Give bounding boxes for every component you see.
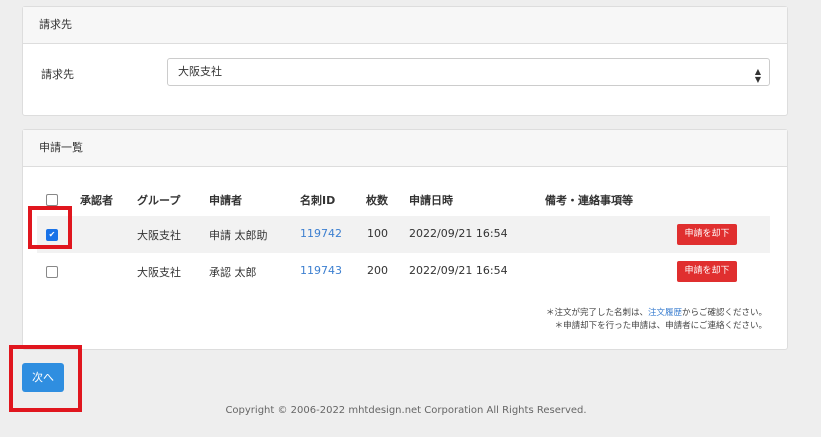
row-group: 大阪支社 [137,266,181,279]
row-card-id-link[interactable]: 119743 [300,264,342,277]
row-count: 100 [367,227,388,240]
highlight-box-checkbox [28,206,72,249]
row-applicant: 承認 太郎 [209,266,257,279]
row-card-id-link[interactable]: 119742 [300,227,342,240]
billing-card: 請求先 請求先 大阪支社 ▲ ▼ [22,6,788,116]
copyright: Copyright © 2006-2022 mhtdesign.net Corp… [225,405,587,416]
table-row: ✔ 大阪支社 申請 太郎助 119742 100 2022/09/21 16:5… [37,216,770,253]
col-approver: 承認者 [80,194,113,207]
billing-label: 請求先 [41,68,74,81]
note-order-history: ＊注文が完了した名刺は、注文履歴からご確認ください。 [545,308,767,318]
col-card-id: 名刺ID [300,194,336,207]
row-date: 2022/09/21 16:54 [409,264,508,277]
col-group: グループ [137,194,181,207]
reject-button[interactable]: 申請を却下 [677,224,737,245]
row-applicant: 申請 太郎助 [209,229,268,242]
row-date: 2022/09/21 16:54 [409,227,508,240]
applications-card-header: 申請一覧 [23,130,787,167]
row-count: 200 [367,264,388,277]
billing-select[interactable]: 大阪支社 ▲ ▼ [167,58,770,86]
reject-button[interactable]: 申請を却下 [677,261,737,282]
billing-select-value: 大阪支社 [178,65,222,78]
col-count: 枚数 [366,194,388,207]
row-checkbox[interactable] [46,266,58,278]
order-history-link[interactable]: 注文履歴 [648,308,682,318]
col-date: 申請日時 [409,194,453,207]
note-rejection: ＊申請却下を行った申請は、申請者にご連絡ください。 [554,321,767,331]
col-notes: 備考・連絡事項等 [545,194,633,207]
select-arrow-down-icon: ▼ [754,75,761,84]
table-row: 大阪支社 承認 太郎 119743 200 2022/09/21 16:54 申… [37,253,770,290]
billing-card-header: 請求先 [23,7,787,44]
select-all-checkbox[interactable] [46,194,58,206]
applications-card: 申請一覧 承認者 グループ 申請者 名刺ID 枚数 申請日時 備考・連絡事項等 … [22,129,788,350]
row-group: 大阪支社 [137,229,181,242]
highlight-box-next [9,345,82,412]
col-applicant: 申請者 [209,194,242,207]
